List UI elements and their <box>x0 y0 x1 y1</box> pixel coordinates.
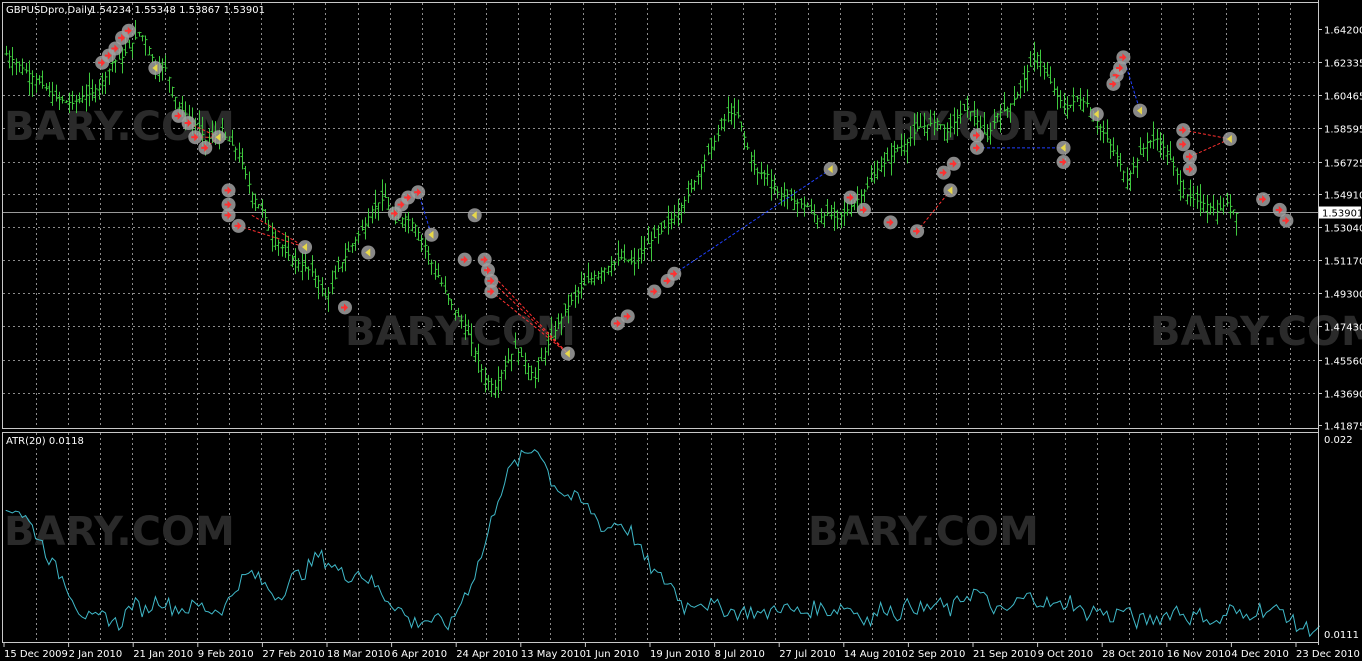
symbol-label: GBPUSDpro,Daily <box>6 5 93 16</box>
y-tick-label: 1.62335 <box>1324 59 1362 70</box>
x-tick-label: 15 Dec 2009 <box>4 649 68 660</box>
x-tick-label: 13 May 2010 <box>521 649 586 660</box>
atr-tick-label: 0.0111 <box>1324 630 1359 641</box>
x-tick-label: 16 Nov 2010 <box>1167 649 1231 660</box>
x-tick-label: 24 Apr 2010 <box>456 649 518 660</box>
x-tick-label: 9 Feb 2010 <box>198 649 254 660</box>
trade-line <box>1183 129 1230 140</box>
x-tick-label: 4 Dec 2010 <box>1231 649 1289 660</box>
y-tick-label: 1.47430 <box>1324 323 1362 334</box>
y-tick-label: 1.41875 <box>1324 422 1362 433</box>
x-tick-label: 9 Oct 2010 <box>1038 649 1093 660</box>
y-tick-label: 1.58595 <box>1324 125 1362 136</box>
watermark-text: BARY.COM <box>830 104 1061 150</box>
y-tick-label: 1.51170 <box>1324 257 1362 268</box>
atr-tick-label: 0.022 <box>1324 435 1353 446</box>
x-tick-label: 21 Jan 2010 <box>133 649 193 660</box>
x-tick-label: 19 Jun 2010 <box>650 649 710 660</box>
x-tick-label: 2 Jan 2010 <box>69 649 123 660</box>
trade-line <box>916 190 951 232</box>
signal-markers <box>95 23 1294 361</box>
current-price-label: 1.53901 <box>1322 209 1362 220</box>
x-tick-label: 18 Mar 2010 <box>327 649 390 660</box>
watermark-text: BARY.COM <box>808 509 1039 555</box>
watermark-text: BARY.COM <box>4 509 235 555</box>
x-tick-label: 6 Apr 2010 <box>392 649 447 660</box>
x-tick-label: 2 Sep 2010 <box>908 649 965 660</box>
x-tick-label: 21 Sep 2010 <box>973 649 1036 660</box>
price-chart: BARY.COMBARY.COMBARY.COMBARY.COMBARY.COM… <box>2 0 1362 660</box>
y-tick-label: 1.43690 <box>1324 390 1362 401</box>
x-tick-label: 8 Jul 2010 <box>715 649 765 660</box>
y-tick-label: 1.60465 <box>1324 92 1362 103</box>
x-tick-label: 1 Jun 2010 <box>585 649 639 660</box>
x-tick-label: 28 Oct 2010 <box>1102 649 1164 660</box>
price-bars <box>4 20 1239 398</box>
y-tick-label: 1.56725 <box>1324 159 1362 170</box>
y-tick-label: 1.53040 <box>1324 224 1362 235</box>
trade-line <box>674 168 831 275</box>
y-tick-label: 1.54910 <box>1324 191 1362 202</box>
x-tick-label: 27 Feb 2010 <box>262 649 324 660</box>
y-tick-label: 1.45560 <box>1324 357 1362 368</box>
trade-line <box>238 225 306 248</box>
x-tick-label: 23 Dec 2010 <box>1296 649 1360 660</box>
ohlc-readout: 1.54234 1.55348 1.53867 1.53901 <box>90 5 265 16</box>
watermarks: BARY.COMBARY.COMBARY.COMBARY.COMBARY.COM… <box>4 104 1362 555</box>
x-tick-label: 27 Jul 2010 <box>779 649 836 660</box>
atr-label: ATR(20) 0.0118 <box>6 436 84 447</box>
y-tick-label: 1.49300 <box>1324 290 1362 301</box>
y-tick-label: 1.64200 <box>1324 26 1362 37</box>
x-tick-label: 14 Aug 2010 <box>844 649 908 660</box>
